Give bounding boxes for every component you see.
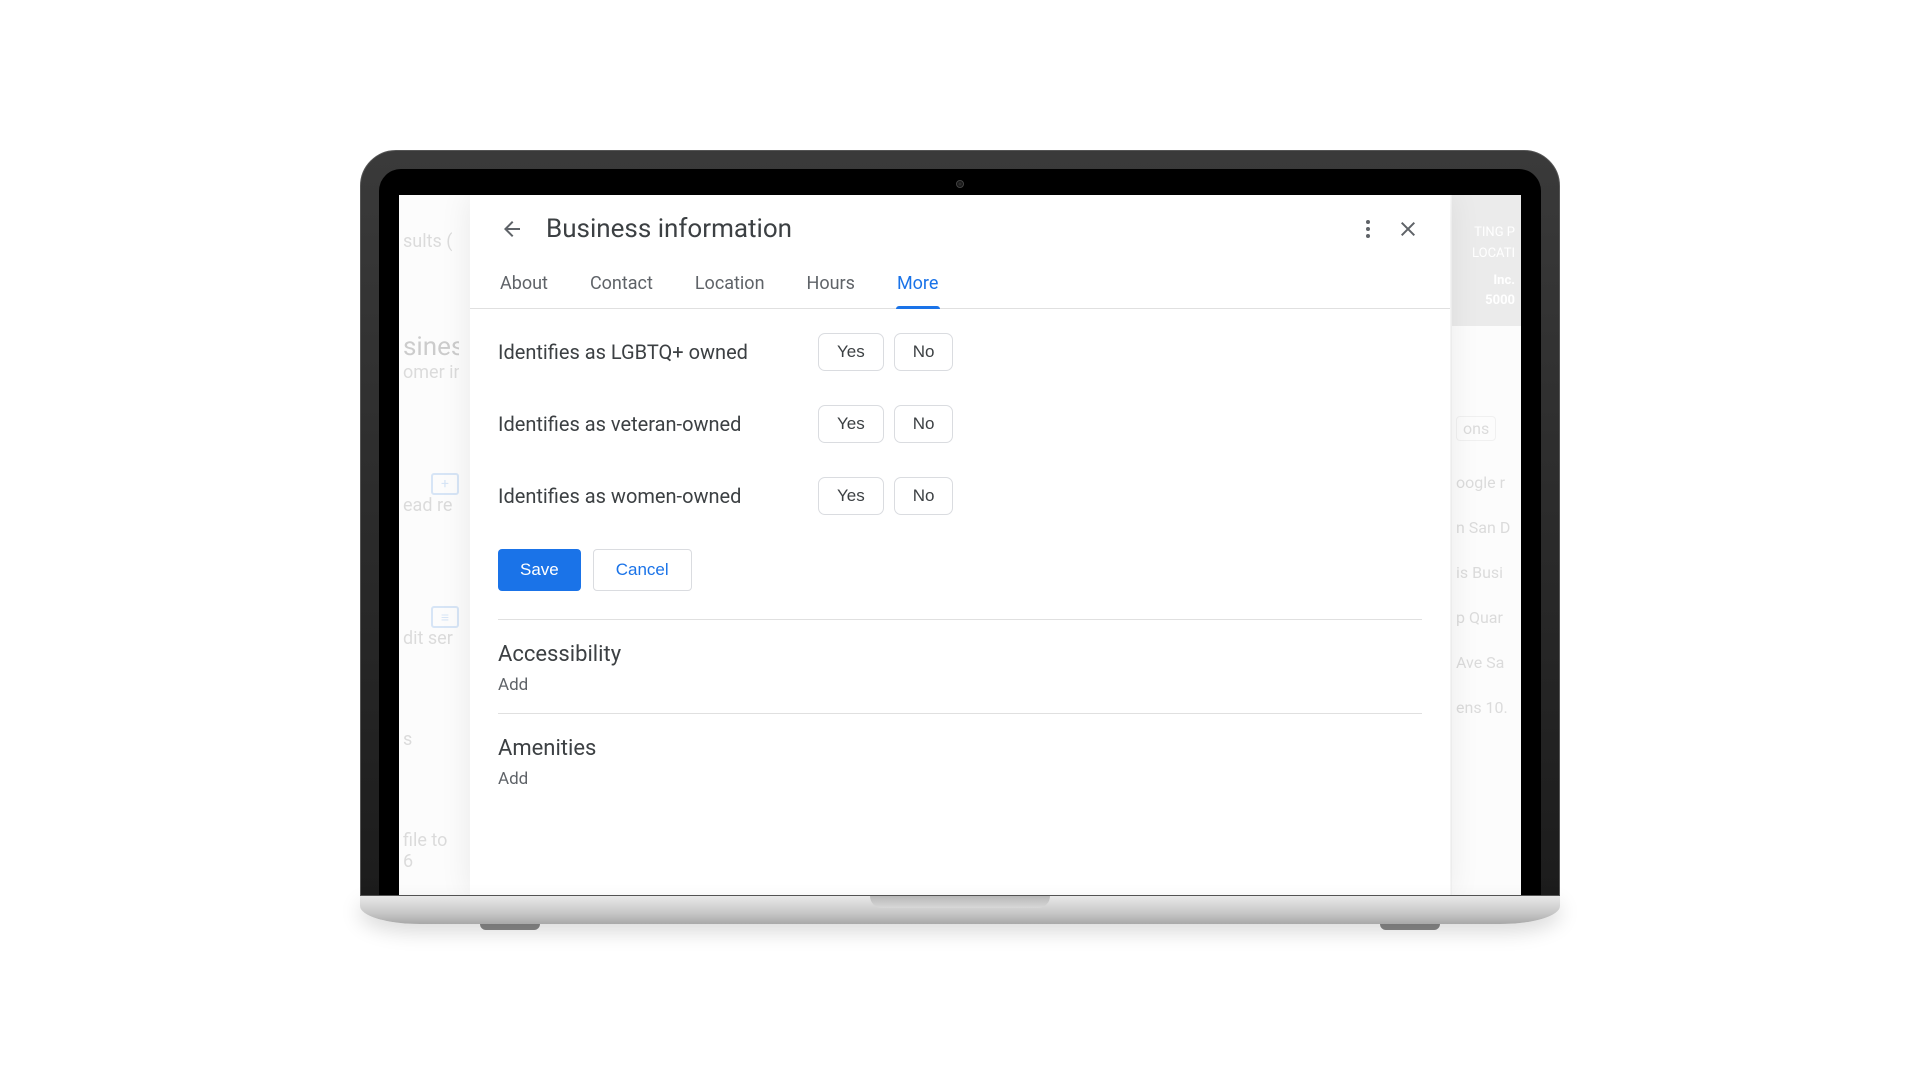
no-button[interactable]: No <box>894 333 954 371</box>
back-button[interactable] <box>492 209 532 249</box>
yes-button[interactable]: Yes <box>818 333 884 371</box>
no-button[interactable]: No <box>894 405 954 443</box>
section-title: Amenities <box>498 736 1422 761</box>
tab-hours[interactable]: Hours <box>805 263 857 308</box>
modal-header: Business information <box>470 195 1450 257</box>
arrow-left-icon <box>500 217 524 241</box>
yes-button[interactable]: Yes <box>818 405 884 443</box>
laptop-mockup: sults ( sines omer in + ead re ≡ dit ser <box>360 150 1560 930</box>
close-button[interactable] <box>1388 209 1428 249</box>
tab-more[interactable]: More <box>895 263 940 308</box>
attribute-label: Identifies as LGBTQ+ owned <box>498 340 818 364</box>
attribute-row-lgbtq: Identifies as LGBTQ+ owned Yes No <box>498 333 1422 371</box>
save-button[interactable]: Save <box>498 549 581 591</box>
section-accessibility[interactable]: Accessibility Add <box>498 619 1422 713</box>
more-options-button[interactable] <box>1348 209 1388 249</box>
section-add-link[interactable]: Add <box>498 769 1422 789</box>
attribute-row-women: Identifies as women-owned Yes No <box>498 477 1422 515</box>
laptop-camera <box>956 180 964 188</box>
tab-location[interactable]: Location <box>693 263 767 308</box>
attribute-label: Identifies as women-owned <box>498 484 818 508</box>
modal-body: Identifies as LGBTQ+ owned Yes No Identi… <box>470 309 1450 895</box>
modal-title: Business information <box>546 214 792 244</box>
attribute-label: Identifies as veteran-owned <box>498 412 818 436</box>
attribute-row-veteran: Identifies as veteran-owned Yes No <box>498 405 1422 443</box>
no-button[interactable]: No <box>894 477 954 515</box>
business-info-modal: Business information About Contact Locat… <box>470 195 1450 895</box>
yes-button[interactable]: Yes <box>818 477 884 515</box>
section-title: Accessibility <box>498 642 1422 667</box>
tab-contact[interactable]: Contact <box>588 263 655 308</box>
close-icon <box>1396 217 1420 241</box>
modal-tabs: About Contact Location Hours More <box>470 257 1450 309</box>
section-add-link[interactable]: Add <box>498 675 1422 695</box>
action-buttons: Save Cancel <box>498 549 1422 591</box>
section-amenities[interactable]: Amenities Add <box>498 713 1422 807</box>
tab-about[interactable]: About <box>498 263 550 308</box>
more-vert-icon <box>1356 217 1380 241</box>
cancel-button[interactable]: Cancel <box>593 549 692 591</box>
